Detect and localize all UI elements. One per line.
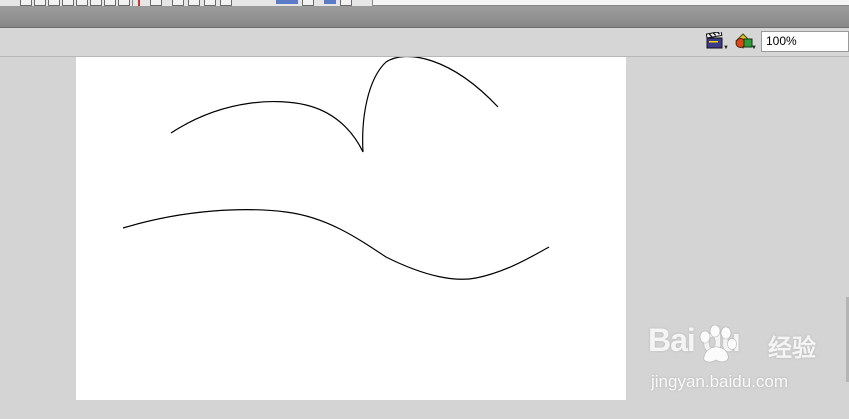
toolbar-button[interactable] <box>340 0 352 6</box>
edit-symbols-button[interactable]: ▼ <box>734 32 757 52</box>
canvas-stage[interactable] <box>76 55 626 400</box>
toolbar-button[interactable] <box>118 0 130 6</box>
toolbar-button[interactable] <box>76 0 88 6</box>
toolbar-button[interactable] <box>90 0 102 6</box>
toolbar-separator <box>132 0 133 6</box>
edit-scene-button[interactable]: ▼ <box>705 30 729 52</box>
watermark: Bai du 经验 jingyan.baidu.com <box>648 322 848 402</box>
toolbar-button[interactable] <box>302 0 314 6</box>
watermark-url: jingyan.baidu.com <box>651 372 789 391</box>
toolbar-button[interactable] <box>62 0 74 6</box>
toolbar-button[interactable] <box>20 0 32 6</box>
chevron-down-icon: ▼ <box>723 45 729 51</box>
edit-bar: ▼ ▼ 100% <box>0 28 849 57</box>
toolbar-button[interactable] <box>220 0 232 6</box>
drawing-svg <box>122 55 550 280</box>
curve-stroke-lower[interactable] <box>122 209 550 280</box>
curve-stroke-upper[interactable] <box>170 55 499 153</box>
toolbar-button[interactable] <box>172 0 184 6</box>
zoom-input[interactable]: 100% <box>761 31 849 52</box>
main-toolbar <box>0 0 849 7</box>
toolbar-indicator <box>276 0 298 4</box>
toolbar-indicator <box>324 0 336 4</box>
toolbar-button[interactable] <box>150 0 162 6</box>
toolbar-button[interactable] <box>48 0 60 6</box>
toolbar-button[interactable] <box>188 0 200 6</box>
toolbar-button[interactable] <box>204 0 216 6</box>
toolbar-button[interactable] <box>104 0 116 6</box>
chevron-down-icon: ▼ <box>751 45 757 51</box>
toolbar-marker <box>138 0 140 6</box>
watermark-cn-text: 经验 <box>768 335 816 362</box>
paw-icon <box>699 325 737 363</box>
toolbar-field[interactable] <box>372 0 849 6</box>
timeline-header-bar <box>0 7 849 28</box>
clapperboard-icon <box>705 30 723 49</box>
toolbar-button[interactable] <box>34 0 46 6</box>
